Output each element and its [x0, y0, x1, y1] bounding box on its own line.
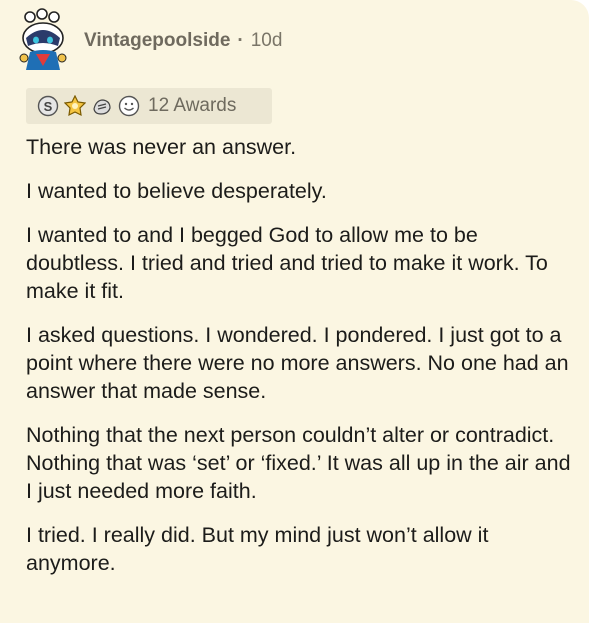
- wholesome-award-icon: [117, 94, 141, 118]
- silver-award-icon: S: [36, 94, 60, 118]
- comment-body: There was never an answer. I wanted to b…: [26, 133, 574, 593]
- comment-paragraph: I asked questions. I wondered. I pondere…: [26, 323, 569, 403]
- username-link[interactable]: Vintagepoolside: [84, 30, 230, 52]
- snoo-avatar-icon: [19, 8, 67, 70]
- comment-card: Vintagepoolside · 10d S 12 Awards There …: [0, 0, 589, 623]
- comment-age: 10d: [250, 30, 283, 51]
- meta-separator: ·: [237, 30, 244, 51]
- comment-paragraph: Nothing that the next person couldn’t al…: [26, 423, 571, 503]
- comment-header: Vintagepoolside · 10d: [14, 6, 282, 76]
- svg-text:S: S: [44, 99, 53, 114]
- avatar[interactable]: [14, 8, 72, 74]
- awards-count: 12 Awards: [148, 95, 237, 116]
- comment-paragraph: I wanted to believe desperately.: [26, 179, 327, 203]
- comment-paragraph: I tried. I really did. But my mind just …: [26, 523, 489, 575]
- helpful-award-icon: [90, 94, 114, 118]
- comment-paragraph: There was never an answer.: [26, 135, 297, 159]
- awards-bar[interactable]: S 12 Awards: [26, 88, 272, 124]
- comment-meta: Vintagepoolside · 10d: [84, 30, 282, 52]
- comment-paragraph: I wanted to and I begged God to allow me…: [26, 223, 548, 303]
- gold-award-icon: [63, 94, 87, 118]
